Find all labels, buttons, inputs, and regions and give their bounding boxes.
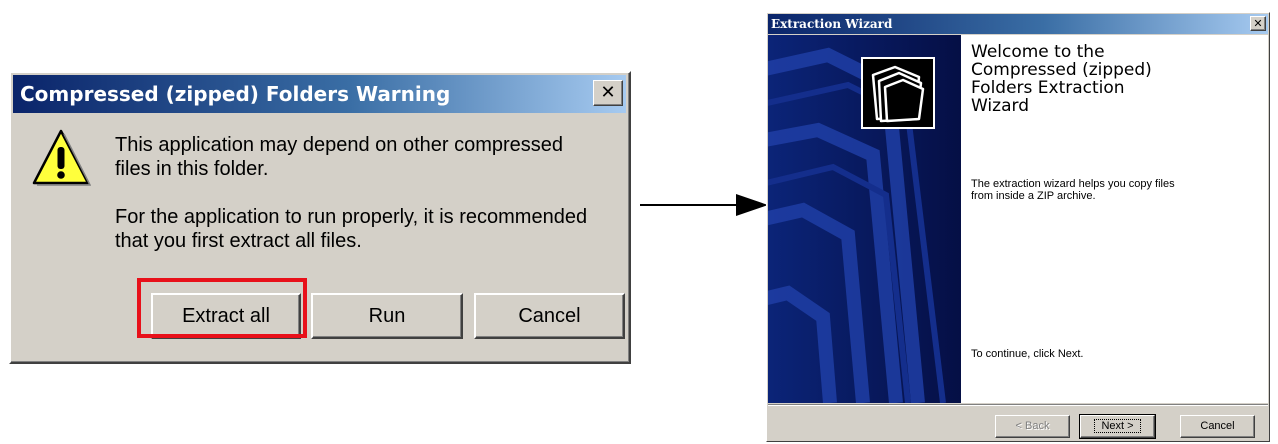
wizard-cancel-button[interactable]: Cancel (1180, 415, 1255, 438)
warning-close-button[interactable]: ✕ (593, 80, 623, 106)
warning-message-1: This application may depend on other com… (115, 134, 564, 180)
run-button[interactable]: Run (311, 293, 463, 339)
wizard-content-pane: Welcome to the Compressed (zipped) Folde… (961, 35, 1268, 403)
warning-cancel-button[interactable]: Cancel (474, 293, 625, 339)
extraction-wizard-window: Extraction Wizard ✕ Welcome to the Compr… (766, 12, 1270, 442)
warning-icon (32, 129, 91, 186)
wizard-description: The extraction wizard helps you copy fil… (971, 178, 1175, 202)
arrow-right-icon (640, 194, 768, 216)
warning-title: Compressed (zipped) Folders Warning (20, 82, 451, 106)
wizard-title-bar[interactable]: Extraction Wizard (768, 14, 1268, 34)
warning-title-bar[interactable]: Compressed (zipped) Folders Warning (13, 75, 626, 113)
zip-folder-icon (861, 57, 935, 129)
wizard-side-banner (768, 35, 961, 403)
close-icon: ✕ (600, 82, 616, 103)
extract-all-button[interactable]: Extract all (151, 293, 301, 339)
wizard-title: Extraction Wizard (771, 17, 893, 31)
zip-warning-dialog: Compressed (zipped) Folders Warning ✕ Th… (9, 71, 631, 364)
next-button-label: Next > (1094, 419, 1141, 433)
wizard-button-bar: < Back Next > Cancel (768, 404, 1268, 440)
wizard-close-button[interactable]: ✕ (1250, 16, 1266, 31)
wizard-continue-text: To continue, click Next. (971, 348, 1084, 360)
wizard-heading: Welcome to the Compressed (zipped) Folde… (971, 42, 1152, 116)
close-icon: ✕ (1253, 17, 1263, 30)
next-button[interactable]: Next > (1079, 414, 1156, 439)
warning-message-2: For the application to run properly, it … (115, 206, 588, 252)
back-button[interactable]: < Back (995, 415, 1070, 438)
